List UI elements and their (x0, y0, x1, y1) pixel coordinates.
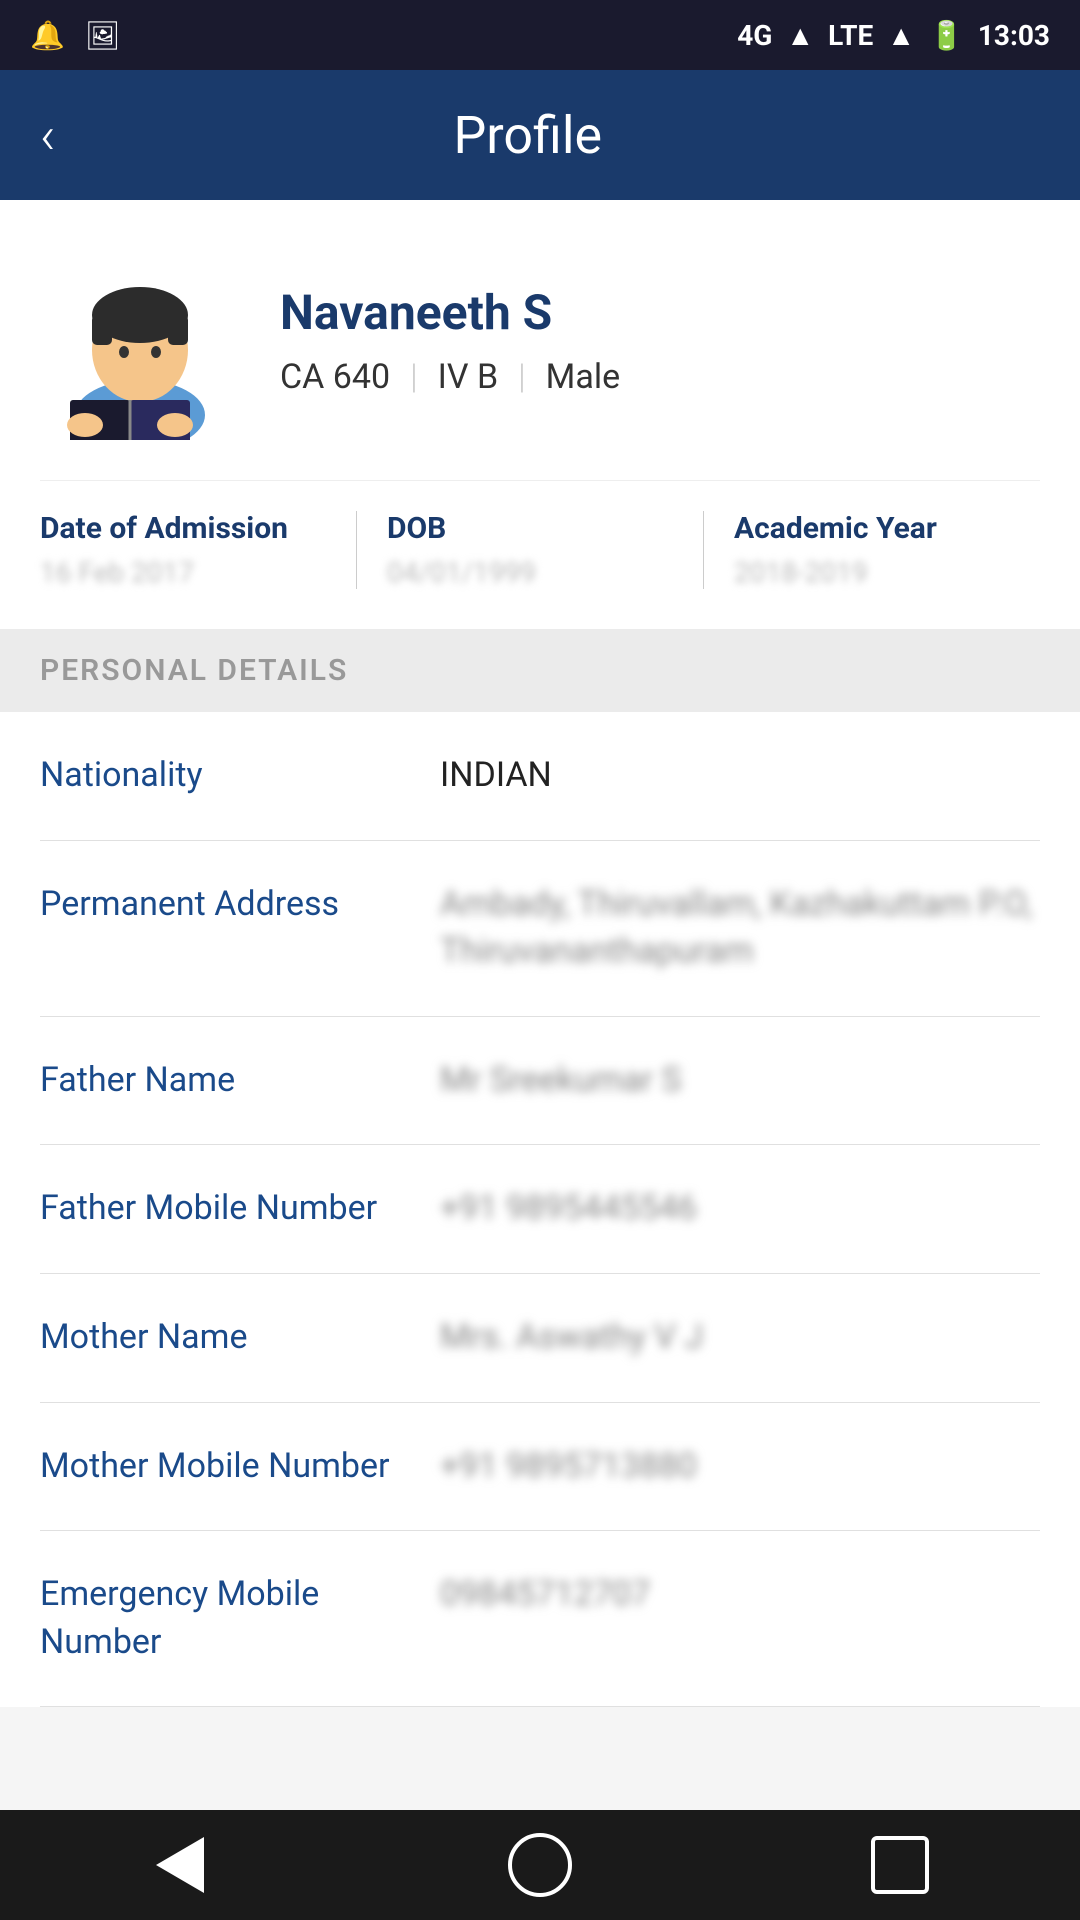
detail-label: Nationality (40, 752, 420, 800)
nav-back-button[interactable] (130, 1815, 230, 1915)
profile-card: Navaneeth S CA 640 | IV B | Male Date of… (0, 200, 1080, 629)
detail-value: 09845712707 (440, 1571, 1040, 1619)
student-roll: CA 640 (280, 357, 390, 397)
detail-label: Mother Mobile Number (40, 1443, 420, 1491)
lte-bars: ▲ (887, 19, 915, 52)
student-name: Navaneeth S (280, 284, 1040, 341)
detail-row: Permanent Address Ambady, Thiruvallam, Ka… (40, 841, 1040, 1017)
detail-value: Ambady, Thiruvallam, Kazhakuttam P.O, Th… (440, 881, 1040, 976)
student-meta: CA 640 | IV B | Male (280, 357, 1040, 397)
detail-label: Father Mobile Number (40, 1185, 420, 1233)
admission-label: Date of Admission (40, 511, 346, 546)
signal-bars: ▲ (786, 19, 814, 52)
detail-value: Mrs. Aswathy V J (440, 1314, 1040, 1362)
time-display: 13:03 (978, 19, 1050, 52)
detail-row: Nationality INDIAN (40, 712, 1040, 841)
detail-value: INDIAN (440, 752, 1040, 800)
detail-label: Father Name (40, 1057, 420, 1105)
dob-value: 04/01/1999 (387, 556, 693, 589)
separator-2: | (518, 357, 526, 397)
lte-label: LTE (828, 19, 873, 52)
academic-year: Academic Year 2018-2019 (703, 511, 1040, 589)
student-section: IV B (438, 357, 499, 397)
detail-label: Mother Name (40, 1314, 420, 1362)
academic-year-value: 2018-2019 (734, 556, 1040, 589)
personal-details-header: PERSONAL DETAILS (0, 629, 1080, 712)
profile-top: Navaneeth S CA 640 | IV B | Male (40, 240, 1040, 440)
detail-value: +91 9895713880 (440, 1443, 1040, 1491)
nav-bar (0, 1810, 1080, 1920)
profile-dates: Date of Admission 16 Feb 2017 DOB 04/01/… (40, 480, 1040, 589)
nav-recent-button[interactable] (850, 1815, 950, 1915)
date-of-birth: DOB 04/01/1999 (356, 511, 693, 589)
back-button[interactable]: ‹ (40, 105, 56, 166)
date-of-admission: Date of Admission 16 Feb 2017 (40, 511, 346, 589)
avatar-svg (40, 240, 240, 440)
detail-row: Mother Mobile Number +91 9895713880 (40, 1403, 1040, 1532)
detail-label: Permanent Address (40, 881, 420, 929)
main-content: Navaneeth S CA 640 | IV B | Male Date of… (0, 200, 1080, 1817)
avatar (40, 240, 240, 440)
header: ‹ Profile (0, 70, 1080, 200)
student-gender: Male (546, 357, 620, 397)
admission-value: 16 Feb 2017 (40, 556, 346, 589)
academic-year-label: Academic Year (734, 511, 1040, 546)
details-list: Nationality INDIAN Permanent Address Ambady… (0, 712, 1080, 1707)
notification-icon: 🔔 (30, 19, 65, 52)
status-bar: 🔔 🖼 4G ▲ LTE ▲ 🔋 13:03 (0, 0, 1080, 70)
detail-label: Emergency Mobile Number (40, 1571, 420, 1666)
image-icon: 🖼 (85, 19, 121, 52)
profile-info: Navaneeth S CA 640 | IV B | Male (280, 284, 1040, 397)
dob-label: DOB (387, 511, 693, 546)
battery-icon: 🔋 (929, 19, 964, 52)
detail-value: +91 9895445546 (440, 1185, 1040, 1233)
nav-home-button[interactable] (490, 1815, 590, 1915)
detail-value: Mr Sreekumar S (440, 1057, 1040, 1105)
detail-row: Mother Name Mrs. Aswathy V J (40, 1274, 1040, 1403)
page-title: Profile (96, 105, 961, 166)
detail-row: Father Mobile Number +91 9895445546 (40, 1145, 1040, 1274)
status-left: 🔔 🖼 (30, 19, 120, 52)
status-right: 4G ▲ LTE ▲ 🔋 13:03 (737, 19, 1050, 52)
separator-1: | (410, 357, 418, 397)
signal-4g: 4G (737, 19, 772, 52)
detail-row: Emergency Mobile Number 09845712707 (40, 1531, 1040, 1707)
detail-row: Father Name Mr Sreekumar S (40, 1017, 1040, 1146)
